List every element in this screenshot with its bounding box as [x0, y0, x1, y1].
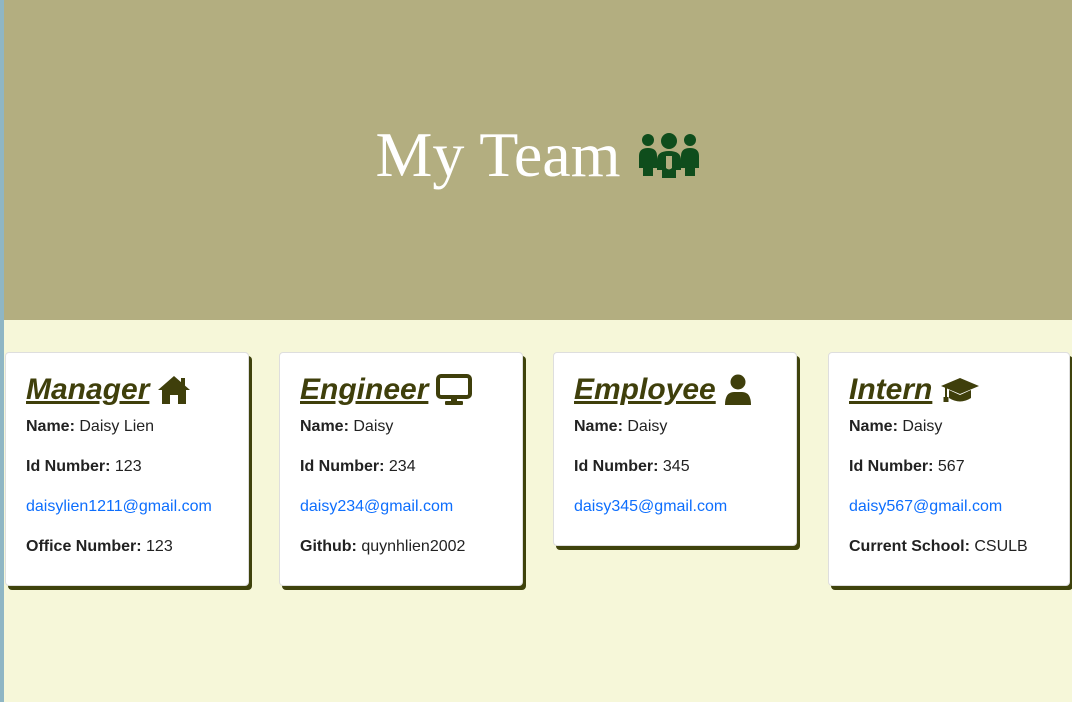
name-label: Name:: [574, 418, 623, 435]
office-number-label: Office Number:: [26, 538, 142, 555]
id-label: Id Number:: [574, 458, 659, 475]
card-title: Intern: [849, 371, 1049, 409]
office-number-value: 123: [146, 538, 173, 555]
name-value: Daisy Lien: [79, 418, 155, 435]
name-label: Name:: [849, 418, 898, 435]
school-value: CSULB: [974, 538, 1028, 555]
id-value: 345: [662, 458, 690, 475]
name-label: Name:: [300, 418, 349, 435]
manager-card: Manager Name: Daisy Lien Id Number: 123 …: [5, 352, 249, 586]
name-label: Name:: [26, 418, 75, 435]
card-title: Manager: [26, 371, 228, 409]
team-cards-area: Manager Name: Daisy Lien Id Number: 123 …: [4, 320, 1072, 702]
name-field: Name: Daisy: [849, 417, 1049, 457]
people-group-icon: [639, 133, 700, 178]
github-value: quynhlien2002: [361, 538, 466, 555]
card-role-title: Employee: [574, 373, 716, 406]
school-field: Current School: CSULB: [849, 537, 1049, 577]
card-title: Engineer: [300, 371, 502, 409]
intern-card: Intern Name: Daisy Id Number: 567 daisy5…: [828, 352, 1070, 586]
email-field: daisy345@gmail.com: [574, 497, 776, 537]
email-field: daisy567@gmail.com: [849, 497, 1049, 537]
name-field: Name: Daisy: [300, 417, 502, 457]
office-number-field: Office Number: 123: [26, 537, 228, 577]
school-label: Current School:: [849, 538, 970, 555]
desktop-icon: [436, 374, 473, 405]
name-value: Daisy: [353, 418, 394, 435]
engineer-card: Engineer Name: Daisy Id Number: 234 dais…: [279, 352, 523, 586]
id-value: 567: [937, 458, 965, 475]
user-icon: [724, 374, 751, 405]
name-value: Daisy: [627, 418, 668, 435]
email-field: daisy234@gmail.com: [300, 497, 502, 537]
house-icon: [158, 376, 191, 404]
id-value: 123: [114, 458, 142, 475]
card-title: Employee: [574, 371, 776, 409]
page-title: My Team: [375, 119, 621, 190]
id-label: Id Number:: [300, 458, 385, 475]
email-link[interactable]: daisy567@gmail.com: [849, 498, 1002, 515]
id-field: Id Number: 567: [849, 457, 1049, 497]
id-label: Id Number:: [849, 458, 934, 475]
email-link[interactable]: daisylien1211@gmail.com: [26, 498, 212, 515]
id-value: 234: [388, 458, 416, 475]
id-field: Id Number: 123: [26, 457, 228, 497]
github-label: Github:: [300, 538, 357, 555]
name-value: Daisy: [902, 418, 943, 435]
email-link[interactable]: daisy234@gmail.com: [300, 498, 453, 515]
card-role-title: Manager: [26, 373, 150, 406]
id-field: Id Number: 345: [574, 457, 776, 497]
id-label: Id Number:: [26, 458, 111, 475]
github-field: Github: quynhlien2002: [300, 537, 502, 577]
card-role-title: Engineer: [300, 373, 429, 406]
page-header: My Team: [4, 0, 1072, 320]
header-title-group: My Team: [376, 123, 701, 187]
id-field: Id Number: 234: [300, 457, 502, 497]
name-field: Name: Daisy: [574, 417, 776, 457]
email-link[interactable]: daisy345@gmail.com: [574, 498, 727, 515]
graduation-cap-icon: [941, 378, 980, 402]
email-field: daisylien1211@gmail.com: [26, 497, 228, 537]
employee-card: Employee Name: Daisy Id Number: 345 dais…: [553, 352, 797, 546]
card-role-title: Intern: [849, 373, 933, 406]
name-field: Name: Daisy Lien: [26, 417, 228, 457]
